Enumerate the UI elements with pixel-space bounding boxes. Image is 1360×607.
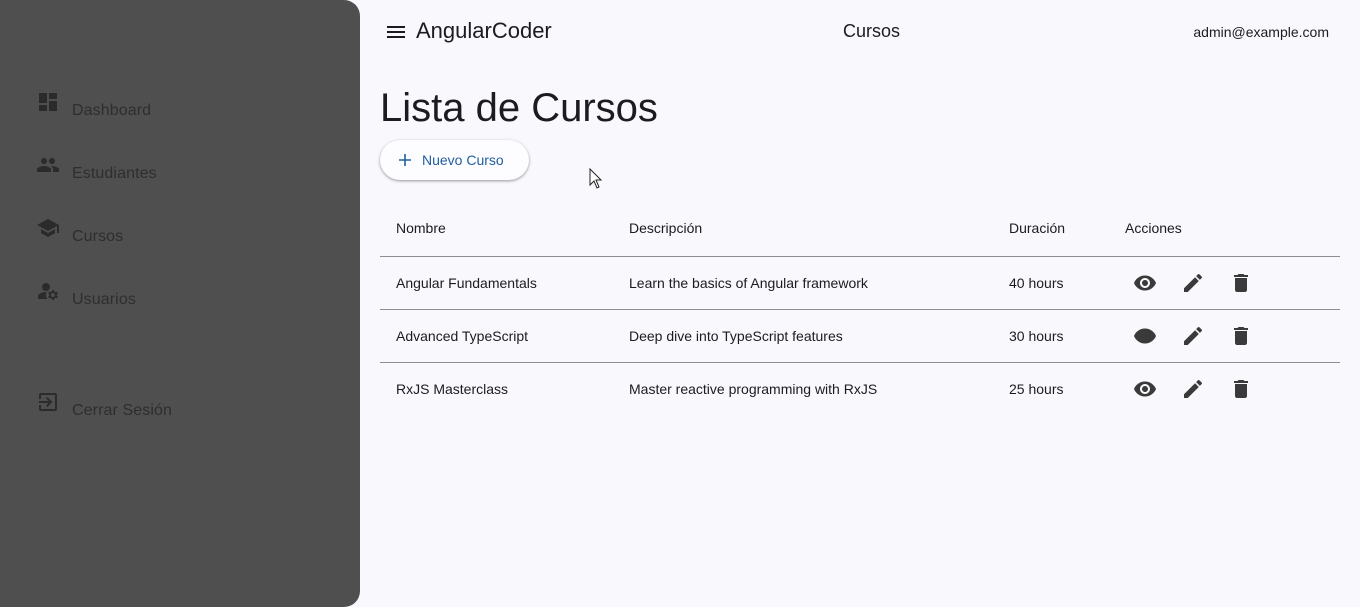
course-name: RxJS Masterclass [396, 381, 509, 397]
course-description: Learn the basics of Angular framework [629, 275, 868, 291]
edit-icon[interactable] [1181, 377, 1205, 401]
sidebar-item-cursos[interactable]: Cursos [36, 216, 123, 246]
column-header-acciones: Acciones [1125, 220, 1182, 236]
school-icon [36, 216, 60, 240]
new-course-button[interactable]: Nuevo Curso [380, 140, 529, 180]
sidebar-item-logout[interactable]: Cerrar Sesión [36, 390, 172, 420]
course-description: Master reactive programming with RxJS [629, 381, 878, 397]
courses-table: Nombre Descripción Duración Acciones Ang… [380, 200, 1340, 415]
edit-icon[interactable] [1181, 271, 1205, 295]
sidebar-item-estudiantes[interactable]: Estudiantes [36, 153, 157, 183]
app-title: AngularCoder [416, 18, 552, 43]
edit-icon[interactable] [1181, 324, 1205, 348]
sidebar-item-label: Cursos [72, 228, 124, 245]
sidebar-item-usuarios[interactable]: Usuarios [36, 279, 136, 309]
app-root: Dashboard Estudiantes Cursos Usuarios Ce… [0, 0, 1360, 607]
dashboard-icon [36, 90, 60, 114]
view-icon[interactable] [1133, 271, 1157, 295]
sidebar-item-label: Estudiantes [72, 165, 157, 182]
logout-icon [36, 390, 60, 414]
course-name: Angular Fundamentals [396, 275, 537, 291]
row-actions [1125, 310, 1253, 362]
mouse-cursor-icon [589, 168, 603, 190]
menu-button[interactable] [384, 20, 408, 44]
delete-icon[interactable] [1229, 324, 1253, 348]
delete-icon[interactable] [1229, 377, 1253, 401]
toolbar-section-title: Cursos [843, 21, 901, 41]
sidebar-item-label: Cerrar Sesión [72, 402, 173, 419]
row-actions [1125, 363, 1253, 415]
course-duration: 25 hours [1009, 381, 1064, 397]
delete-icon[interactable] [1229, 271, 1253, 295]
course-name: Advanced TypeScript [396, 328, 529, 344]
course-duration: 30 hours [1009, 328, 1064, 344]
table-row: RxJS Masterclass Master reactive program… [380, 363, 1340, 415]
page-title: Lista de Cursos [380, 86, 658, 130]
user-email: admin@example.com [1193, 24, 1329, 40]
course-description: Deep dive into TypeScript features [629, 328, 843, 344]
new-course-label: Nuevo Curso [422, 152, 504, 168]
view-icon[interactable] [1133, 324, 1157, 348]
column-header-descripcion: Descripción [629, 220, 703, 236]
menu-icon [387, 26, 405, 38]
course-duration: 40 hours [1009, 275, 1064, 291]
column-header-duracion: Duración [1009, 220, 1066, 236]
sidebar-item-dashboard[interactable]: Dashboard [36, 90, 151, 120]
column-header-nombre: Nombre [396, 220, 446, 236]
manage-accounts-icon [36, 279, 60, 303]
table-row: Advanced TypeScript Deep dive into TypeS… [380, 310, 1340, 363]
people-icon [36, 153, 60, 177]
row-actions [1125, 257, 1253, 309]
sidebar-item-label: Dashboard [72, 102, 152, 119]
sidebar-item-label: Usuarios [72, 291, 136, 308]
table-header-row: Nombre Descripción Duración Acciones [380, 200, 1340, 257]
table-row: Angular Fundamentals Learn the basics of… [380, 257, 1340, 310]
plus-icon [398, 153, 412, 167]
view-icon[interactable] [1133, 377, 1157, 401]
sidebar: Dashboard Estudiantes Cursos Usuarios Ce… [0, 0, 360, 607]
